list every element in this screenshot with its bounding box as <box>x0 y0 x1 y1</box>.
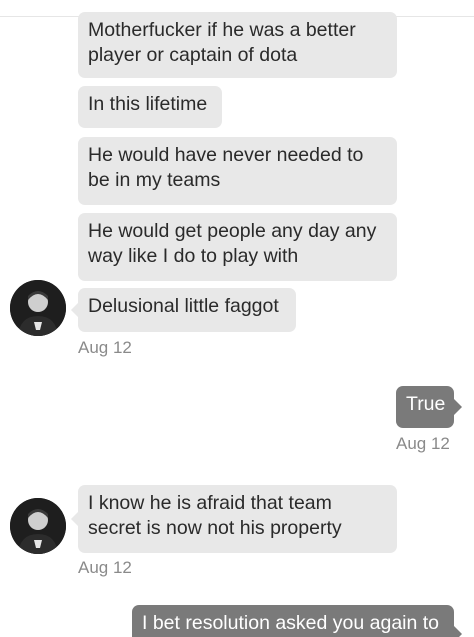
message-line: Motherfucker if he was a better <box>88 19 356 41</box>
outgoing-message[interactable]: I bet resolution asked you again to <box>132 605 462 637</box>
message-timestamp: Aug 12 <box>78 558 132 577</box>
outgoing-message[interactable]: True <box>396 386 462 428</box>
message-timestamp: Aug 12 <box>396 434 450 453</box>
message-line: way like I do to play with <box>88 245 299 267</box>
contact-avatar[interactable] <box>10 280 66 336</box>
incoming-message[interactable]: Motherfucker if he was a better player o… <box>78 12 397 78</box>
message-line: be in my teams <box>88 169 221 191</box>
message-line: He would get people any day any <box>88 220 377 242</box>
incoming-message[interactable]: He would get people any day any way like… <box>78 213 397 281</box>
message-line: player or captain of dota <box>88 44 298 66</box>
contact-avatar[interactable] <box>10 498 66 554</box>
message-timestamp: Aug 12 <box>78 338 132 357</box>
incoming-message[interactable]: In this lifetime <box>78 86 222 128</box>
avatar-photo-icon <box>10 498 66 554</box>
message-line: In this lifetime <box>88 93 208 115</box>
message-line: I know he is afraid that team <box>88 492 332 514</box>
incoming-message[interactable]: He would have never needed to be in my t… <box>78 137 397 205</box>
message-line: I bet resolution asked you again to <box>142 612 440 634</box>
message-line: Delusional little faggot <box>88 295 279 317</box>
avatar-photo-icon <box>10 280 66 336</box>
chat-screen: Motherfucker if he was a better player o… <box>0 0 474 637</box>
incoming-message[interactable]: I know he is afraid that team secret is … <box>71 485 397 553</box>
message-line: He would have never needed to <box>88 144 364 166</box>
message-line: secret is now not his property <box>88 517 342 539</box>
message-line: True <box>406 393 446 415</box>
incoming-message[interactable]: Delusional little faggot <box>71 288 296 332</box>
